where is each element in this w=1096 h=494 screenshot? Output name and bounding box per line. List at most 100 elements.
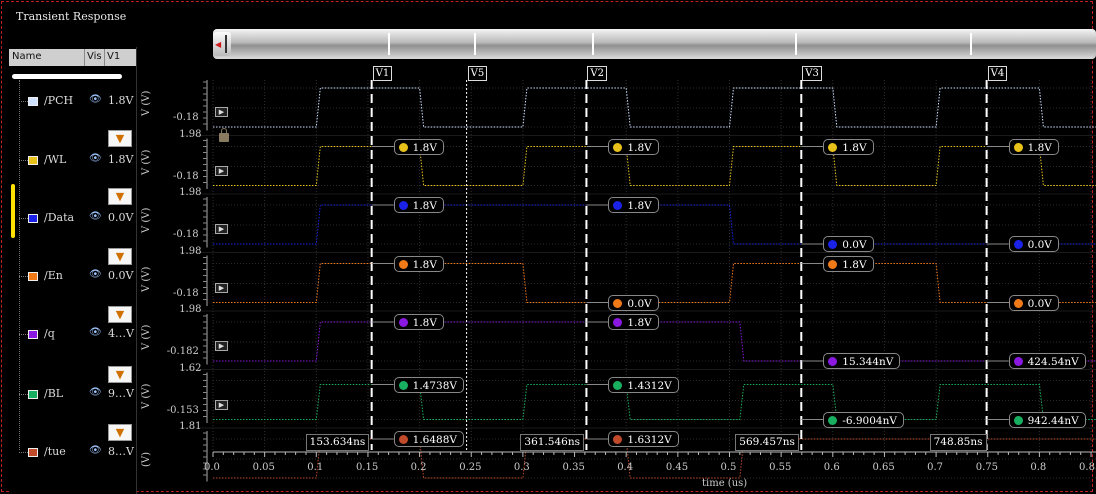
eye-icon[interactable]: 👁: [89, 445, 102, 456]
marker-value: 0.0V: [1027, 239, 1052, 251]
eye-icon[interactable]: 👁: [89, 153, 102, 164]
filter-button[interactable]: ▼: [108, 130, 132, 147]
signal-name[interactable]: /tue: [44, 445, 66, 458]
filter-button[interactable]: ▼: [108, 248, 132, 265]
time-navigator-tick: [795, 33, 797, 55]
marker-dot: [828, 415, 838, 425]
marker-dot: [613, 142, 623, 152]
value-marker[interactable]: 0.0V: [1008, 236, 1059, 252]
value-marker[interactable]: 0.0V: [1008, 294, 1059, 311]
signal-name[interactable]: /Data: [44, 211, 74, 224]
signal-color-swatch: [28, 330, 38, 339]
value-marker[interactable]: 424.54nV: [1008, 353, 1086, 369]
value-marker[interactable]: 1.8V: [823, 255, 874, 272]
filter-button[interactable]: ▼: [108, 188, 132, 205]
marker-value: 1.8V: [627, 141, 652, 154]
arrow-left-icon: ◀: [215, 40, 222, 49]
marker-value: 1.8V: [412, 141, 437, 154]
value-marker[interactable]: 942.44nV: [1008, 411, 1086, 428]
signal-color-swatch: [28, 97, 38, 106]
eye-icon[interactable]: 👁: [89, 387, 102, 398]
value-marker[interactable]: 1.8V: [393, 138, 444, 155]
eye-icon[interactable]: 👁: [89, 327, 102, 338]
marker-value: 424.54nV: [1027, 356, 1079, 368]
marker-dot: [1013, 298, 1023, 308]
x-tick-label: 0.65: [872, 462, 895, 473]
marker-dot: [613, 380, 623, 390]
cursor-label-V4[interactable]: V4: [987, 66, 1008, 81]
filter-button[interactable]: ▼: [108, 424, 132, 441]
x-axis-label: time (us): [702, 478, 748, 489]
value-marker[interactable]: 1.8V: [393, 314, 444, 330]
value-marker[interactable]: -6.9004nV: [823, 411, 904, 428]
column-vis[interactable]: Vis: [87, 51, 102, 62]
y-tick-top: 1.98: [179, 187, 202, 198]
value-marker[interactable]: 15.344nV: [823, 353, 901, 369]
strip-expand-button[interactable]: ▶: [215, 399, 228, 410]
signal-name[interactable]: /PCH: [44, 94, 73, 107]
marker-dot: [1013, 415, 1023, 425]
column-value[interactable]: V1: [107, 51, 120, 62]
x-tick-label: 0.5: [720, 462, 737, 473]
value-marker[interactable]: 0.0V: [823, 236, 874, 252]
eye-icon[interactable]: 👁: [89, 269, 102, 280]
value-marker[interactable]: 1.8V: [608, 197, 659, 213]
eye-icon[interactable]: 👁: [89, 211, 102, 222]
time-navigator[interactable]: [213, 29, 1096, 59]
x-tick-label: 0.0: [204, 462, 220, 473]
x-tick-label: 0.2: [410, 462, 427, 473]
signal-name[interactable]: /WL: [44, 153, 66, 166]
waveform-plot[interactable]: [140, 62, 1096, 494]
cursor-label-V3[interactable]: V3: [802, 66, 822, 81]
time-navigator-tick: [970, 33, 972, 55]
marker-value: 1.4738V: [412, 379, 457, 392]
signal-value: 1.8V: [108, 153, 134, 166]
value-marker[interactable]: 1.6488V: [393, 431, 464, 447]
marker-value: 1.8V: [412, 258, 437, 271]
eye-icon[interactable]: 👁: [89, 94, 102, 105]
value-marker[interactable]: 1.8V: [823, 138, 874, 155]
strip-expand-button[interactable]: ▶: [215, 341, 228, 351]
lock-icon[interactable]: [219, 128, 229, 142]
cursor-label-V1[interactable]: V1: [372, 66, 393, 81]
strip-expand-button[interactable]: ▶: [215, 107, 228, 117]
time-navigator-handle[interactable]: ◀: [213, 32, 231, 56]
window-title: Transient Response: [16, 10, 127, 23]
signal-name[interactable]: /q: [44, 327, 55, 340]
value-marker[interactable]: 1.8V: [608, 138, 659, 155]
signal-name[interactable]: /BL: [44, 387, 63, 400]
y-tick-bottom: -0.18: [173, 287, 199, 299]
cursor-time-label: 153.634ns: [305, 434, 370, 451]
tree-branch: [19, 394, 28, 395]
column-name[interactable]: Name: [12, 51, 42, 62]
filter-icon: ▼: [115, 426, 125, 439]
filter-button[interactable]: ▼: [108, 366, 132, 383]
value-marker[interactable]: 1.8V: [608, 314, 659, 330]
value-marker[interactable]: 1.4738V: [393, 376, 464, 393]
strip-expand-button[interactable]: ▶: [215, 282, 228, 293]
marker-dot: [613, 298, 623, 308]
y-axis-label: V (V): [141, 207, 152, 233]
marker-dot: [398, 259, 408, 269]
value-marker[interactable]: 1.8V: [1008, 138, 1059, 155]
sidebar-scrollbar[interactable]: [12, 74, 122, 79]
y-axis-label: V (V): [141, 324, 152, 350]
value-marker[interactable]: 1.4312V: [608, 376, 679, 393]
value-marker[interactable]: 1.6312V: [608, 431, 679, 447]
tree-branch: [19, 452, 28, 453]
strip-expand-button[interactable]: ▶: [215, 224, 228, 234]
marker-dot: [398, 201, 408, 210]
cursor-label-V2[interactable]: V2: [587, 66, 608, 81]
signal-value: 0.0V: [108, 211, 134, 224]
y-tick-bottom: -0.18: [173, 229, 199, 240]
value-marker[interactable]: 1.8V: [393, 197, 444, 213]
filter-icon: ▼: [115, 368, 125, 381]
filter-button[interactable]: ▼: [108, 306, 132, 323]
signal-name[interactable]: /En: [44, 269, 63, 282]
marker-dot: [828, 357, 838, 366]
cursor-label-V5[interactable]: V5: [467, 66, 488, 81]
value-marker[interactable]: 0.0V: [608, 294, 659, 311]
value-marker[interactable]: 1.8V: [393, 255, 444, 272]
strip-expand-button[interactable]: ▶: [215, 165, 228, 176]
x-tick-label: 0.05: [252, 462, 275, 473]
